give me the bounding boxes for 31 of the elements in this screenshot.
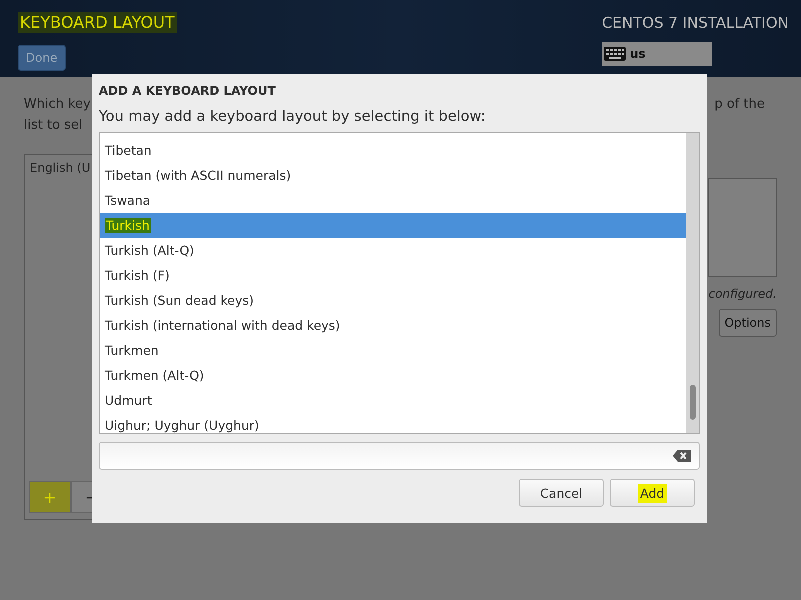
layout-option[interactable]: Tibetan (with ASCII numerals): [100, 163, 686, 188]
layout-option[interactable]: Turkmen: [100, 338, 686, 363]
layout-option[interactable]: Turkish (F): [100, 263, 686, 288]
layout-option[interactable]: Tswana: [100, 188, 686, 213]
layout-option[interactable]: Tibetan: [100, 138, 686, 163]
layout-code: us: [630, 47, 646, 61]
layout-option[interactable]: Turkish (Alt-Q): [100, 238, 686, 263]
dialog-subtitle: You may add a keyboard layout by selecting it below:: [99, 109, 487, 125]
keyboard-icon: [604, 47, 626, 61]
add-button[interactable]: Add: [610, 479, 695, 507]
intro-text: p of the: [714, 97, 765, 112]
clear-icon[interactable]: [673, 450, 691, 462]
intro-text: list to sel: [24, 118, 83, 133]
layout-option[interactable]: Turkmen (Alt-Q): [100, 363, 686, 388]
options-button[interactable]: Options: [718, 309, 777, 337]
test-layout-area[interactable]: [708, 178, 777, 277]
layout-option[interactable]: Udmurt: [100, 388, 686, 413]
scrollbar[interactable]: [686, 133, 699, 433]
page-title: KEYBOARD LAYOUT: [18, 12, 177, 33]
layout-option[interactable]: Turkish (Sun dead keys): [100, 288, 686, 313]
layout-indicator[interactable]: us: [602, 42, 712, 66]
layout-option[interactable]: Turkish: [100, 213, 686, 238]
search-field[interactable]: [99, 442, 700, 470]
intro-text: Which key: [24, 97, 91, 112]
cancel-button[interactable]: Cancel: [519, 479, 604, 507]
layout-option[interactable]: Turkish (international with dead keys): [100, 313, 686, 338]
scrollbar-thumb[interactable]: [690, 385, 696, 420]
dialog-title: ADD A KEYBOARD LAYOUT: [99, 84, 277, 98]
layout-option[interactable]: Uighur; Uyghur (Uyghur): [100, 413, 686, 433]
note-text: configured.: [708, 287, 777, 301]
product-title: CENTOS 7 INSTALLATION: [602, 14, 789, 32]
